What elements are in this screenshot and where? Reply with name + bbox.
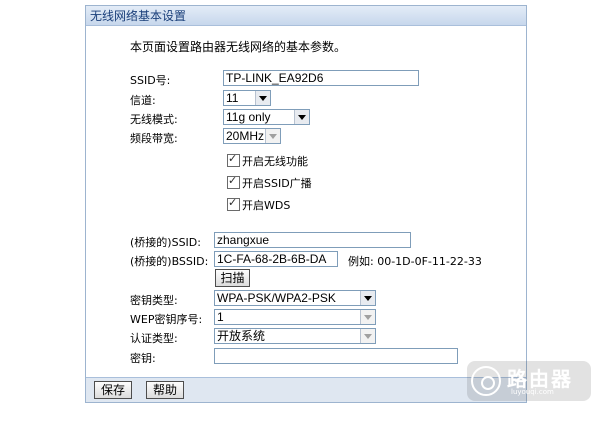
bridge-bssid-input[interactable]: 1C-FA-68-2B-6B-DA — [214, 251, 338, 267]
chevron-down-icon — [360, 329, 375, 343]
panel-title: 无线网络基本设置 — [86, 6, 526, 26]
key-type-label: 密钥类型: — [130, 294, 178, 307]
wireless-basic-settings-panel: 无线网络基本设置 本页面设置路由器无线网络的基本参数。 SSID号: TP-LI… — [85, 5, 527, 403]
key-input[interactable] — [214, 348, 458, 364]
auth-type-label: 认证类型: — [130, 332, 178, 345]
scan-button[interactable]: 扫描 — [215, 269, 250, 287]
watermark-logo: 路由器 luyouqi.com — [467, 361, 591, 401]
chevron-down-icon[interactable] — [255, 91, 270, 105]
enable-wds-checkbox[interactable]: 开启WDS — [227, 196, 291, 213]
enable-wds-label: 开启WDS — [242, 199, 291, 212]
bandwidth-label: 频段带宽: — [130, 132, 178, 145]
enable-ssid-broadcast-label: 开启SSID广播 — [242, 177, 312, 190]
chevron-down-icon[interactable] — [360, 291, 375, 305]
wep-index-value: 1 — [217, 310, 224, 324]
enable-wireless-label: 开启无线功能 — [242, 155, 308, 168]
bandwidth-value: 20MHz — [226, 129, 265, 143]
footer-bar: 保存 帮助 — [86, 377, 526, 402]
watermark-subtitle: luyouqi.com — [511, 388, 554, 396]
channel-value: 11 — [226, 91, 239, 105]
enable-ssid-broadcast-checkbox[interactable]: 开启SSID广播 — [227, 174, 312, 191]
save-button[interactable]: 保存 — [94, 381, 132, 399]
bridge-ssid-label: (桥接的)SSID: — [130, 236, 201, 249]
wep-index-select[interactable]: 1 — [214, 309, 376, 325]
bridge-ssid-input[interactable]: zhangxue — [214, 232, 411, 248]
key-label: 密钥: — [130, 352, 156, 365]
bssid-example-text: 例如: 00-1D-0F-11-22-33 — [348, 255, 482, 268]
wireless-mode-value: 11g only — [226, 110, 271, 124]
auth-type-value: 开放系统 — [217, 329, 266, 343]
channel-select[interactable]: 11 — [223, 90, 271, 106]
checkbox-checked-icon[interactable] — [227, 196, 240, 211]
chevron-down-icon[interactable] — [294, 110, 309, 124]
channel-label: 信道: — [130, 94, 156, 107]
ssid-label: SSID号: — [130, 74, 171, 87]
enable-wireless-checkbox[interactable]: 开启无线功能 — [227, 152, 308, 169]
checkbox-checked-icon[interactable] — [227, 174, 240, 189]
chevron-down-icon — [265, 129, 280, 143]
bandwidth-select[interactable]: 20MHz — [223, 128, 281, 144]
wireless-mode-select[interactable]: 11g only — [223, 109, 310, 125]
wireless-mode-label: 无线模式: — [130, 113, 178, 126]
bridge-bssid-label: (桥接的)BSSID: — [130, 255, 209, 268]
page-description: 本页面设置路由器无线网络的基本参数。 — [130, 40, 347, 54]
chevron-down-icon — [360, 310, 375, 324]
auth-type-select[interactable]: 开放系统 — [214, 328, 376, 344]
key-type-select[interactable]: WPA-PSK/WPA2-PSK — [214, 290, 376, 306]
help-button[interactable]: 帮助 — [146, 381, 184, 399]
checkbox-checked-icon[interactable] — [227, 152, 240, 167]
ssid-input[interactable]: TP-LINK_EA92D6 — [223, 70, 419, 86]
wep-index-label: WEP密钥序号: — [130, 313, 203, 326]
router-logo-icon — [471, 366, 501, 396]
key-type-value: WPA-PSK/WPA2-PSK — [217, 291, 336, 305]
